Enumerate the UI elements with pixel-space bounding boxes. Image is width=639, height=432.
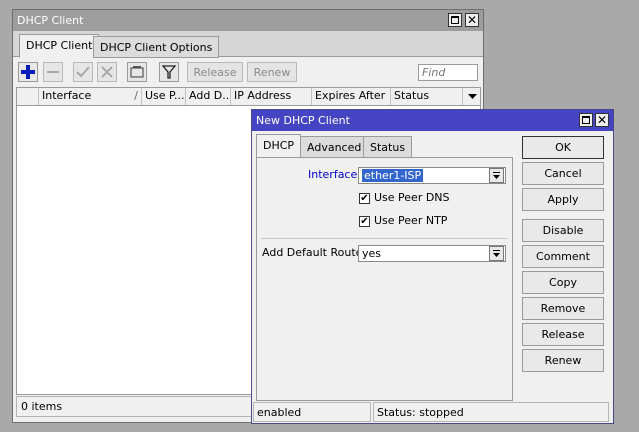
release-button[interactable]: Release <box>187 62 243 82</box>
comment-button[interactable]: Comment <box>522 245 604 268</box>
add-default-route-label: Add Default Route: <box>262 246 367 259</box>
enable-button[interactable] <box>73 62 93 82</box>
apply-button[interactable]: Apply <box>522 188 604 211</box>
toolbar: Release Renew <box>13 58 483 85</box>
interface-select[interactable]: ether1-ISP <box>358 167 506 184</box>
use-peer-dns-label: Use Peer DNS <box>374 191 450 204</box>
filter-button[interactable] <box>159 62 179 82</box>
cancel-button[interactable]: Cancel <box>522 162 604 185</box>
section-divider <box>261 238 508 239</box>
item-count: 0 items <box>21 400 63 413</box>
remove-button[interactable]: Remove <box>522 297 604 320</box>
plus-icon <box>21 65 35 79</box>
add-default-route-value: yes <box>362 247 382 260</box>
renew-button[interactable]: Renew <box>522 349 604 372</box>
dropdown-arrow-icon <box>493 250 500 257</box>
renew-button[interactable]: Renew <box>247 62 297 82</box>
enabled-status: enabled <box>253 402 371 422</box>
column-add-default[interactable]: Add D... <box>186 88 231 105</box>
use-peer-ntp-label: Use Peer NTP <box>374 214 448 227</box>
add-default-route-dropdown-button[interactable] <box>489 246 504 261</box>
dropdown-arrow-icon <box>493 172 500 179</box>
copy-button[interactable]: Copy <box>522 271 604 294</box>
tab-dhcp[interactable]: DHCP <box>256 134 302 158</box>
check-icon <box>76 66 90 78</box>
new-dhcp-client-dialog: New DHCP Client ✕ DHCP Advanced Status I… <box>251 109 614 424</box>
remove-button[interactable] <box>43 62 63 82</box>
dialog-title: New DHCP Client <box>256 114 350 127</box>
interface-value: ether1-ISP <box>362 169 424 182</box>
use-peer-dns-checkbox[interactable]: ✔ <box>359 193 370 204</box>
table-header: Interface / Use P... Add D... IP Address… <box>17 88 480 106</box>
column-ip-address[interactable]: IP Address <box>231 88 312 105</box>
dhcp-tab-panel: Interface: ether1-ISP ✔ Use Peer DNS ✔ U… <box>256 157 513 401</box>
column-row-number[interactable] <box>17 88 39 105</box>
dialog-titlebar[interactable]: New DHCP Client ✕ <box>252 110 613 131</box>
tab-dhcp-client[interactable]: DHCP Client <box>19 34 100 58</box>
column-use-peer[interactable]: Use P... <box>142 88 186 105</box>
close-icon: ✕ <box>466 13 478 27</box>
add-default-route-select[interactable]: yes <box>358 245 506 262</box>
ok-button[interactable]: OK <box>522 136 604 159</box>
running-status: Status: stopped <box>373 402 609 422</box>
column-expires-after[interactable]: Expires After <box>312 88 391 105</box>
column-interface[interactable]: Interface / <box>39 88 142 105</box>
chevron-down-icon <box>468 94 477 99</box>
close-icon: ✕ <box>596 113 608 127</box>
tab-status[interactable]: Status <box>363 136 413 158</box>
dialog-maximize-button[interactable] <box>579 113 593 127</box>
interface-dropdown-button[interactable] <box>489 168 504 183</box>
x-icon <box>101 66 113 78</box>
minus-icon <box>47 71 59 73</box>
release-button[interactable]: Release <box>522 323 604 346</box>
close-button[interactable]: ✕ <box>465 13 479 27</box>
comment-icon <box>130 66 144 78</box>
maximize-icon <box>451 16 459 24</box>
sort-icon: / <box>134 89 138 102</box>
add-button[interactable] <box>18 62 38 82</box>
dialog-status-bar: enabled Status: stopped <box>253 402 612 422</box>
maximize-button[interactable] <box>448 13 462 27</box>
comment-button[interactable] <box>127 62 147 82</box>
window-title: DHCP Client <box>17 14 84 27</box>
interface-label: Interface: <box>308 168 361 181</box>
tab-advanced[interactable]: Advanced <box>300 136 369 158</box>
dhcp-client-titlebar[interactable]: DHCP Client ✕ <box>13 10 483 31</box>
use-peer-ntp-checkbox[interactable]: ✔ <box>359 216 370 227</box>
disable-button[interactable]: Disable <box>522 219 604 242</box>
column-menu-button[interactable] <box>464 88 481 105</box>
tab-dhcp-client-options[interactable]: DHCP Client Options <box>93 36 220 58</box>
filter-icon <box>161 65 177 79</box>
dialog-close-button[interactable]: ✕ <box>595 113 609 127</box>
disable-button[interactable] <box>97 62 117 82</box>
find-input[interactable] <box>418 64 478 81</box>
column-status[interactable]: Status <box>391 88 463 105</box>
maximize-icon <box>582 116 590 124</box>
